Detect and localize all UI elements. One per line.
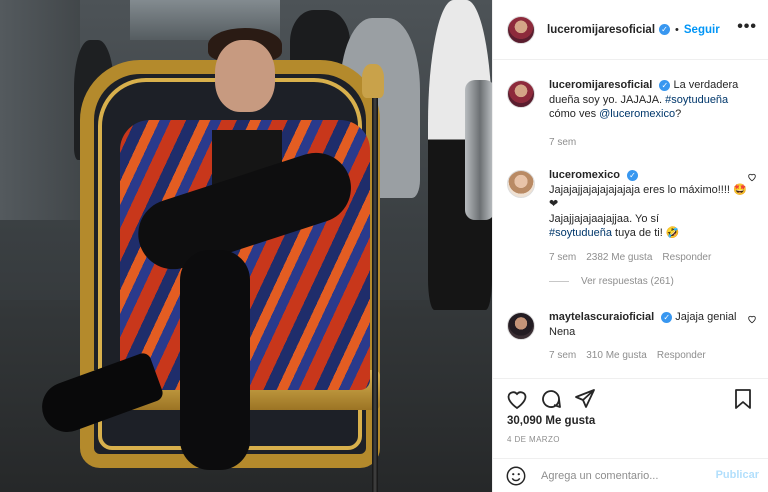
comment-text-2: Jajajjajajaajajjaa. Yo sí — [549, 212, 660, 225]
chrome-chair — [465, 80, 492, 220]
publish-button[interactable]: Publicar — [716, 469, 759, 481]
view-replies-label: Ver respuestas (261) — [581, 276, 674, 287]
leg-lower — [180, 250, 250, 470]
caption-mention[interactable]: @luceromexico — [599, 108, 675, 120]
comment-time: 7 sem — [549, 251, 577, 263]
caption-body: luceromijaresoficial ✓ La verdadera dueñ… — [549, 78, 749, 150]
reply-button[interactable]: Responder — [662, 251, 711, 266]
view-replies-button[interactable]: Ver respuestas (261) — [549, 276, 674, 287]
cane — [372, 70, 378, 492]
comment-time: 7 sem — [549, 350, 577, 361]
cane-handle — [362, 64, 384, 98]
boot — [35, 350, 165, 440]
comment-body: maytelascuraioficial ✓ Jajaja genial Nen… — [549, 310, 749, 364]
comment-meta: 7 sem 310 Me gusta Responder — [549, 349, 749, 364]
verified-badge-icon: ✓ — [659, 79, 671, 91]
caption: luceromijaresoficial ✓ La verdadera dueñ… — [507, 78, 757, 150]
post-date[interactable]: 4 DE MARZO — [507, 435, 560, 444]
caption-text-end: ? — [675, 108, 682, 120]
post-sidebar: luceromijaresoficial ✓ • Seguir ••• luce… — [492, 0, 768, 492]
comment-item: luceromexico ✓ Jajajajjajajajajajaja ere… — [507, 168, 757, 265]
comment-item: maytelascuraioficial ✓ Jajaja genial Nen… — [507, 310, 757, 364]
caption-text-mid: cómo ves — [549, 108, 600, 120]
caption-username[interactable]: luceromijaresoficial — [549, 79, 652, 91]
commenter-avatar[interactable] — [507, 312, 535, 340]
comment-hashtag[interactable]: #soytudueña — [549, 227, 612, 239]
post-photo[interactable] — [0, 0, 492, 492]
instagram-post: luceromijaresoficial ✓ • Seguir ••• luce… — [0, 0, 768, 492]
comment-likes[interactable]: 2382 Me gusta — [586, 251, 652, 266]
more-options-icon[interactable]: ••• — [737, 18, 757, 36]
comment-likes[interactable]: 310 Me gusta — [586, 349, 647, 364]
post-header: luceromijaresoficial ✓ • Seguir ••• — [493, 0, 768, 60]
verified-badge-icon: ✓ — [626, 169, 638, 181]
add-comment-bar: Publicar — [493, 458, 768, 492]
action-icons — [505, 387, 757, 411]
author-username[interactable]: luceromijaresoficial — [547, 24, 655, 36]
caption-hashtag[interactable]: #soytudueña — [665, 94, 728, 106]
caption-meta: 7 sem — [549, 136, 749, 151]
share-icon[interactable] — [573, 387, 597, 411]
caption-avatar[interactable] — [507, 80, 535, 108]
verified-badge-icon: ✓ — [659, 24, 671, 35]
verified-badge-icon: ✓ — [661, 311, 673, 323]
comments-section: luceromijaresoficial ✓ La verdadera dueñ… — [493, 60, 768, 380]
follow-button[interactable]: Seguir — [684, 24, 720, 36]
separator-dot: • — [675, 23, 679, 36]
comment-input[interactable] — [541, 469, 711, 482]
comment-icon[interactable] — [539, 387, 563, 411]
reply-button[interactable]: Responder — [657, 349, 706, 364]
comment-text-end: tuya de ti! 🤣 — [612, 227, 680, 239]
author-avatar[interactable] — [507, 15, 535, 44]
comment-username[interactable]: luceromexico — [549, 169, 620, 181]
crossed-legs — [30, 143, 361, 470]
like-comment-heart-icon[interactable] — [747, 314, 757, 324]
face — [215, 40, 275, 112]
emoji-icon[interactable] — [505, 465, 527, 487]
heart-icon[interactable] — [505, 387, 529, 411]
post-actions: 30,090 Me gusta 4 DE MARZO — [493, 378, 768, 458]
likes-count[interactable]: 30,090 Me gusta — [507, 415, 595, 427]
caption-time: 7 sem — [549, 136, 577, 148]
studio-panel — [0, 0, 80, 220]
commenter-avatar[interactable] — [507, 170, 535, 198]
comment-username[interactable]: maytelascuraioficial — [549, 311, 654, 323]
comment-body: luceromexico ✓ Jajajajjajajajajajaja ere… — [549, 168, 749, 265]
comment-meta: 7 sem 2382 Me gusta Responder — [549, 251, 749, 266]
comment-text-1: Jajajajjajajajajajaja eres lo máximo!!!!… — [549, 183, 747, 211]
replies-line — [549, 281, 569, 282]
bookmark-icon[interactable] — [731, 387, 755, 411]
like-comment-heart-icon[interactable] — [747, 172, 757, 182]
